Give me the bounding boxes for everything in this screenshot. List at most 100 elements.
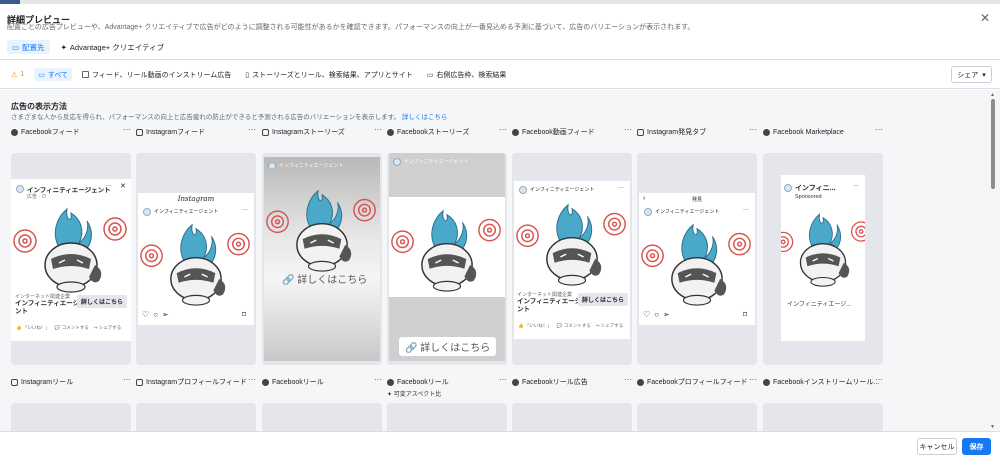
tab-placements[interactable]: ▭ 配置先 bbox=[7, 40, 50, 54]
learn-more-link[interactable]: 詳しくはこちら bbox=[402, 114, 448, 121]
share-label: シェア bbox=[957, 71, 979, 79]
placement-label: Facebookプロフィールフィード bbox=[647, 379, 748, 386]
warning-filter[interactable]: ⚠ 1 bbox=[7, 68, 28, 81]
more-icon[interactable]: ··· bbox=[749, 375, 757, 384]
facebook-icon bbox=[387, 378, 394, 386]
scrollbar-thumb[interactable] bbox=[991, 99, 995, 189]
more-icon[interactable]: ··· bbox=[743, 207, 749, 213]
placement-card[interactable] bbox=[387, 403, 507, 431]
more-icon[interactable]: ··· bbox=[499, 125, 507, 134]
heart-icon[interactable]: ♡ bbox=[142, 310, 149, 319]
more-icon[interactable]: ··· bbox=[242, 207, 248, 213]
bookmark-icon[interactable]: ⌑ bbox=[242, 310, 246, 319]
scroll-up-icon[interactable]: ▲ bbox=[990, 92, 995, 98]
ad-link-title: インフィニティエージ... bbox=[787, 302, 852, 308]
ad-preview-facebook-stories[interactable]: インフィニティエージェント 🔗 詳しくはこちら bbox=[389, 153, 505, 361]
bookmark-icon[interactable]: ⌑ bbox=[743, 310, 747, 319]
filter-group: ⚠ 1 ▭ すべて フィード、リール動画のインストリーム広告 ▯ ストーリーズと… bbox=[7, 68, 510, 81]
cta-button[interactable]: 詳しくはこちら bbox=[77, 295, 127, 308]
heart-icon[interactable]: ♡ bbox=[643, 310, 650, 319]
sparkle-icon: ✦ bbox=[60, 42, 67, 52]
placement-header: Facebookリール ··· bbox=[262, 375, 382, 388]
mascot-illustration bbox=[13, 207, 127, 293]
filter-stories[interactable]: ▯ ストーリーズとリール、検索結果、アプリとサイト bbox=[241, 68, 417, 81]
scroll-down-icon[interactable]: ▼ bbox=[990, 424, 995, 430]
tab-label: 配置先 bbox=[22, 42, 45, 52]
placement-label: Facebookインストリームリール... bbox=[773, 379, 880, 386]
close-icon[interactable]: ✕ bbox=[980, 11, 990, 25]
placement-card[interactable]: インフィニ... Sponsored ··· インフィニティエージ... bbox=[763, 153, 883, 365]
comment-label: コメントする bbox=[61, 325, 89, 330]
comment-icon[interactable]: ○ bbox=[654, 310, 659, 319]
ad-preview-facebook-feed[interactable]: インフィニティエージェント 広告 · ⊙ ··· ✕ インターネット関連企業 イ… bbox=[11, 179, 131, 341]
more-icon[interactable]: ··· bbox=[853, 183, 859, 189]
ad-preview-instagram-explore[interactable]: ‹ 発見 インフィニティエージェント ··· ♡ ○ ➢ ⌑ bbox=[639, 193, 755, 325]
placement-header: Facebook動画フィード ··· bbox=[512, 125, 632, 138]
placement-card[interactable]: インフィニティエージェント 広告 · ⊙ ··· ✕ インターネット関連企業 イ… bbox=[11, 153, 131, 365]
more-icon[interactable]: ··· bbox=[875, 375, 883, 384]
ad-image bbox=[138, 219, 254, 308]
more-icon[interactable]: ··· bbox=[624, 375, 632, 384]
comment-icon[interactable]: ○ bbox=[153, 310, 158, 319]
more-icon[interactable]: ··· bbox=[374, 375, 382, 384]
placement-card[interactable] bbox=[136, 403, 256, 431]
save-button[interactable]: 保存 bbox=[962, 438, 991, 455]
ad-preview-facebook-video-feed[interactable]: インフィニティエージェント ··· インターネット関連企業 インフィニティエージ… bbox=[514, 181, 630, 339]
placement-card[interactable] bbox=[637, 403, 757, 431]
preview-area[interactable]: 広告の表示方法 さまざまな人から反応を得られ、パフォーマンスの向上と広告疲れの防… bbox=[0, 90, 1000, 431]
cta-button[interactable]: 詳しくはこちら bbox=[578, 293, 628, 306]
facebook-icon bbox=[763, 378, 770, 386]
filter-feeds[interactable]: フィード、リール動画のインストリーム広告 bbox=[78, 68, 235, 81]
filter-all[interactable]: ▭ すべて bbox=[34, 68, 73, 81]
more-icon[interactable]: ··· bbox=[106, 183, 112, 189]
share-button[interactable]: ↪ シェアする bbox=[94, 325, 122, 331]
send-icon[interactable]: ➢ bbox=[663, 310, 670, 319]
ad-page-header: インフィニ... bbox=[784, 183, 835, 192]
filter-right-column[interactable]: ▭ 右側広告枠、検索結果 bbox=[423, 68, 511, 81]
share-dropdown[interactable]: シェア ▾ bbox=[951, 66, 992, 83]
more-icon[interactable]: ··· bbox=[248, 125, 256, 134]
ad-image bbox=[514, 199, 630, 288]
instagram-logo: Instagram bbox=[177, 195, 215, 203]
scrollbar[interactable]: ▲ ▼ bbox=[989, 92, 997, 431]
placement-card[interactable]: Instagram インフィニティエージェント ··· ♡ ○ ➢ ⌑ bbox=[136, 153, 256, 365]
send-icon[interactable]: ➢ bbox=[162, 310, 169, 319]
more-icon[interactable]: ··· bbox=[618, 185, 624, 191]
like-label: 「いいね！」 bbox=[524, 323, 552, 328]
placement-card[interactable] bbox=[763, 403, 883, 431]
placement-card[interactable]: インフィニティエージェント ··· インターネット関連企業 インフィニティエージ… bbox=[512, 153, 632, 365]
placement-card[interactable] bbox=[262, 403, 382, 431]
tab-advantage-creative[interactable]: ✦ Advantage+ クリエイティブ bbox=[56, 40, 170, 54]
more-icon[interactable]: ··· bbox=[123, 125, 131, 134]
like-button[interactable]: 👍 「いいね！」 bbox=[518, 323, 552, 329]
placement-card[interactable] bbox=[11, 403, 131, 431]
filter-label: 右側広告枠、検索結果 bbox=[436, 71, 507, 79]
more-icon[interactable]: ··· bbox=[499, 375, 507, 384]
ad-preview-instagram-stories[interactable]: インフィニティエージェント 🔗 詳しくはこちら bbox=[264, 157, 380, 361]
comment-button[interactable]: 💬 コメントする bbox=[55, 325, 89, 331]
placement-card[interactable]: インフィニティエージェント 🔗 詳しくはこちら bbox=[387, 153, 507, 365]
more-icon[interactable]: ··· bbox=[374, 125, 382, 134]
more-icon[interactable]: ··· bbox=[624, 125, 632, 134]
story-link[interactable]: 🔗 詳しくはこちら bbox=[282, 271, 367, 286]
facebook-icon bbox=[637, 378, 644, 386]
placement-card[interactable] bbox=[512, 403, 632, 431]
like-button[interactable]: 👍 「いいね！」 bbox=[16, 325, 50, 331]
placement-label: Instagramストーリーズ bbox=[272, 129, 345, 136]
share-button[interactable]: ↪ シェアする bbox=[596, 323, 624, 329]
placement-header: Facebookリール ··· bbox=[387, 375, 507, 388]
ad-preview-facebook-marketplace[interactable]: インフィニ... Sponsored ··· インフィニティエージ... bbox=[781, 175, 865, 341]
comment-button[interactable]: 💬 コメントする bbox=[557, 323, 591, 329]
placement-header: Facebookストーリーズ ··· bbox=[387, 125, 507, 138]
ad-preview-instagram-feed[interactable]: Instagram インフィニティエージェント ··· ♡ ○ ➢ ⌑ bbox=[138, 193, 254, 325]
more-icon[interactable]: ··· bbox=[875, 125, 883, 134]
story-link[interactable]: 🔗 詳しくはこちら bbox=[399, 337, 497, 356]
more-icon[interactable]: ··· bbox=[123, 375, 131, 384]
close-icon[interactable]: ✕ bbox=[120, 182, 126, 190]
more-icon[interactable]: ··· bbox=[749, 125, 757, 134]
instagram-icon bbox=[11, 378, 18, 386]
cancel-button[interactable]: キャンセル bbox=[917, 438, 957, 455]
more-icon[interactable]: ··· bbox=[248, 375, 256, 384]
placement-card[interactable]: ‹ 発見 インフィニティエージェント ··· ♡ ○ ➢ ⌑ bbox=[637, 153, 757, 365]
placement-card[interactable]: インフィニティエージェント 🔗 詳しくはこちら bbox=[262, 153, 382, 365]
